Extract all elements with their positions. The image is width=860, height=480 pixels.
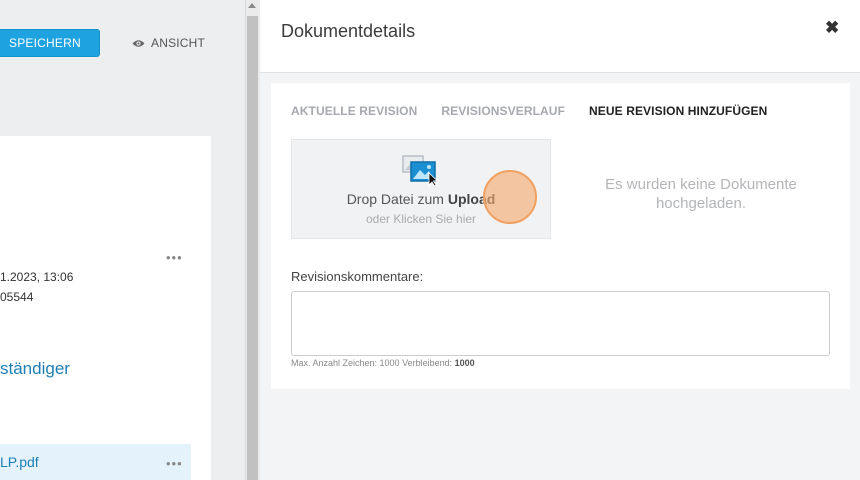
revision-comment-label: Revisionskommentare: xyxy=(291,269,424,284)
panel-header: Dokumentdetails ✖ xyxy=(260,0,860,73)
background-page: SPEICHERN ANSICHT ••• 1.2023, 13:06 0554… xyxy=(0,0,245,480)
close-icon[interactable]: ✖ xyxy=(825,18,839,38)
tab-current-revision[interactable]: AKTUELLE REVISION xyxy=(291,104,417,118)
dropzone-text-prefix: Drop Datei zum xyxy=(346,191,448,207)
dropzone-text: Drop Datei zum Upload xyxy=(292,191,550,207)
more-options-icon[interactable]: ••• xyxy=(166,251,183,264)
dropzone-subtext: oder Klicken Sie hier xyxy=(365,212,477,226)
character-counter: Max. Anzahl Zeichen: 1000 Verbleibend: 1… xyxy=(291,358,475,368)
revision-tabs: AKTUELLE REVISION REVISIONSVERLAUF NEUE … xyxy=(291,104,767,118)
panel-body: AKTUELLE REVISION REVISIONSVERLAUF NEUE … xyxy=(271,83,850,389)
panel-title: Dokumentdetails xyxy=(281,21,416,41)
empty-documents-message: Es wurden keine Dokumente hochgeladen. xyxy=(605,176,797,212)
document-id: 05544 xyxy=(0,290,34,304)
scrollbar-thumb[interactable] xyxy=(247,16,258,480)
document-card xyxy=(0,136,211,480)
eye-icon xyxy=(132,39,145,47)
image-upload-icon xyxy=(402,155,438,186)
view-label: ANSICHT xyxy=(151,36,206,50)
character-counter-remaining: 1000 xyxy=(454,358,475,368)
dropzone-text-bold: Upload xyxy=(447,191,496,207)
document-date: 1.2023, 13:06 xyxy=(0,270,74,284)
document-details-panel: Dokumentdetails ✖ AKTUELLE REVISION REVI… xyxy=(260,0,860,480)
file-more-options-icon[interactable]: ••• xyxy=(166,457,183,470)
save-button[interactable]: SPEICHERN xyxy=(0,29,100,57)
scroll-up-arrow-icon[interactable] xyxy=(248,3,256,8)
character-counter-prefix: Max. Anzahl Zeichen: 1000 Verbleibend: xyxy=(291,358,455,368)
section-title[interactable]: ständiger xyxy=(0,359,70,379)
file-name-link[interactable]: LP.pdf xyxy=(0,454,39,470)
tab-revision-history[interactable]: REVISIONSVERLAUF xyxy=(441,104,565,118)
view-button[interactable]: ANSICHT xyxy=(132,36,205,50)
file-dropzone[interactable]: Drop Datei zum Upload oder Klicken Sie h… xyxy=(291,139,551,239)
revision-comment-field[interactable] xyxy=(291,291,830,356)
tab-add-new-revision[interactable]: NEUE REVISION HINZUFÜGEN xyxy=(589,104,767,118)
